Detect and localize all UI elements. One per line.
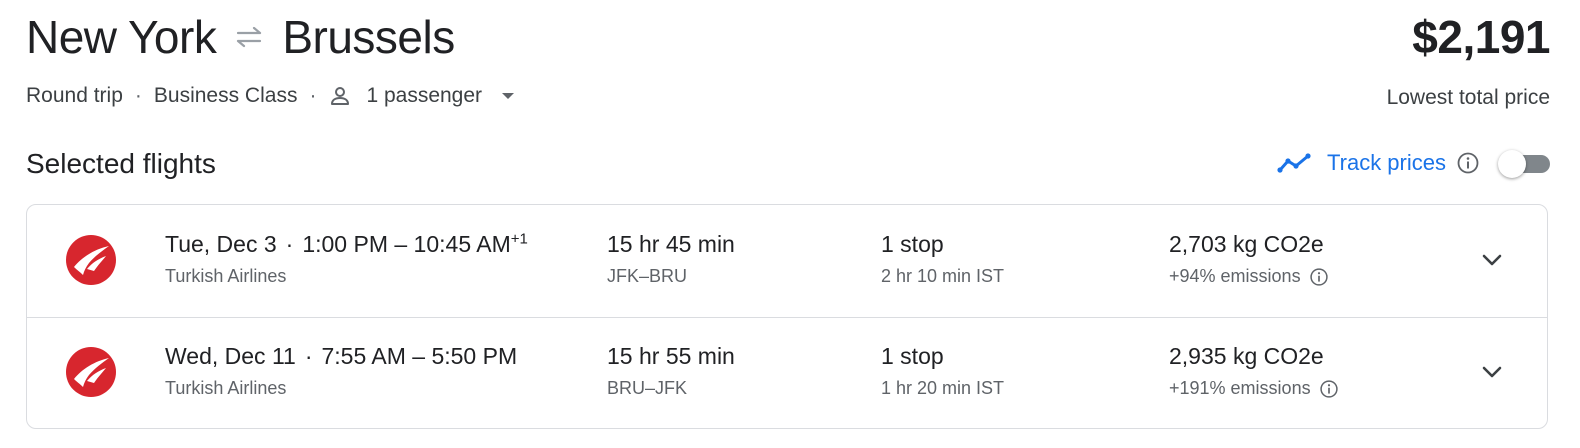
trip-type: Round trip (26, 84, 123, 107)
chevron-down-icon[interactable] (1477, 245, 1507, 275)
chevron-down-icon[interactable] (1477, 357, 1507, 387)
section-title: Selected flights (26, 148, 216, 179)
stops-column: 1 stop 2 hr 10 min IST (881, 231, 1004, 287)
passenger-selector[interactable]: 1 passenger (328, 84, 516, 108)
separator-dot: · (134, 84, 142, 107)
emissions-value: 2,703 kg CO2e (1169, 231, 1324, 257)
emissions-delta-row: +94% emissions (1169, 266, 1329, 287)
day-offset: +1 (510, 230, 528, 248)
track-prices-toggle[interactable] (1498, 150, 1550, 178)
track-prices: Track prices (1277, 150, 1550, 178)
emissions-column: 2,703 kg CO2e +94% emissions (1169, 231, 1329, 287)
separator-dot: · (285, 231, 294, 257)
emissions-column: 2,935 kg CO2e +191% emissions (1169, 343, 1339, 399)
layover-info: 1 hr 20 min IST (881, 378, 1005, 398)
flight-date: Wed, Dec 11 (165, 343, 296, 369)
info-icon[interactable] (1456, 151, 1480, 175)
times-column: Wed, Dec 11 · 7:55 AM – 5:50 PM Turkish Ai… (165, 343, 517, 399)
separator-dot: · (304, 343, 313, 369)
emissions-delta: +94% emissions (1169, 266, 1301, 286)
duration-column: 15 hr 55 min BRU–JFK (607, 343, 735, 399)
stops-column: 1 stop 1 hr 20 min IST (881, 343, 1004, 399)
flight-datetime: Wed, Dec 11 · 7:55 AM – 5:50 PM (165, 343, 517, 370)
flight-duration: 15 hr 45 min (607, 231, 735, 257)
flight-times: 7:55 AM – 5:50 PM (321, 343, 518, 369)
person-icon (328, 84, 352, 108)
turkish-airlines-logo-icon (65, 234, 117, 286)
flight-row-return[interactable]: Wed, Dec 11 · 7:55 AM – 5:50 PM Turkish Ai… (27, 317, 1547, 428)
airline-name: Turkish Airlines (165, 378, 287, 398)
round-trip-arrows-icon (232, 25, 266, 49)
flight-route: BRU–JFK (607, 378, 688, 398)
flight-duration: 15 hr 55 min (607, 343, 735, 369)
turkish-airlines-logo-icon (65, 346, 117, 398)
flight-row-outbound[interactable]: Tue, Dec 3 · 1:00 PM – 10:45 AM+1 Turkish … (27, 205, 1547, 318)
caret-down-icon (500, 91, 516, 101)
trend-line-icon (1277, 152, 1313, 174)
track-prices-label[interactable]: Track prices (1327, 150, 1446, 176)
info-icon[interactable] (1319, 379, 1339, 399)
cabin-class: Business Class (153, 84, 298, 107)
flight-route: JFK–BRU (607, 266, 688, 286)
selected-flights-card: Tue, Dec 3 · 1:00 PM – 10:45 AM+1 Turkish … (26, 204, 1548, 429)
airline-name: Turkish Airlines (165, 266, 287, 286)
stop-count: 1 stop (881, 231, 944, 257)
flight-datetime: Tue, Dec 3 · 1:00 PM – 10:45 AM+1 (165, 231, 528, 258)
times-column: Tue, Dec 3 · 1:00 PM – 10:45 AM+1 Turkish … (165, 231, 528, 287)
flight-date: Tue, Dec 3 (165, 231, 277, 257)
separator-dot: · (309, 84, 317, 107)
origin-city: New York (26, 11, 217, 63)
lowest-price: $2,191 (1412, 11, 1550, 63)
trip-options: Round trip · Business Class · 1 passenge… (26, 84, 516, 108)
info-icon[interactable] (1309, 267, 1329, 287)
duration-column: 15 hr 45 min JFK–BRU (607, 231, 735, 287)
stop-count: 1 stop (881, 343, 944, 369)
destination-city: Brussels (282, 11, 455, 63)
flight-times: 1:00 PM – 10:45 AM (302, 231, 511, 257)
emissions-delta-row: +191% emissions (1169, 378, 1339, 399)
passenger-count: 1 passenger (366, 84, 483, 107)
toggle-knob (1498, 150, 1526, 178)
price-label: Lowest total price (1386, 86, 1550, 109)
route-title: New York Brussels (26, 10, 455, 64)
emissions-delta: +191% emissions (1169, 378, 1311, 398)
emissions-value: 2,935 kg CO2e (1169, 343, 1324, 369)
layover-info: 2 hr 10 min IST (881, 266, 1005, 286)
